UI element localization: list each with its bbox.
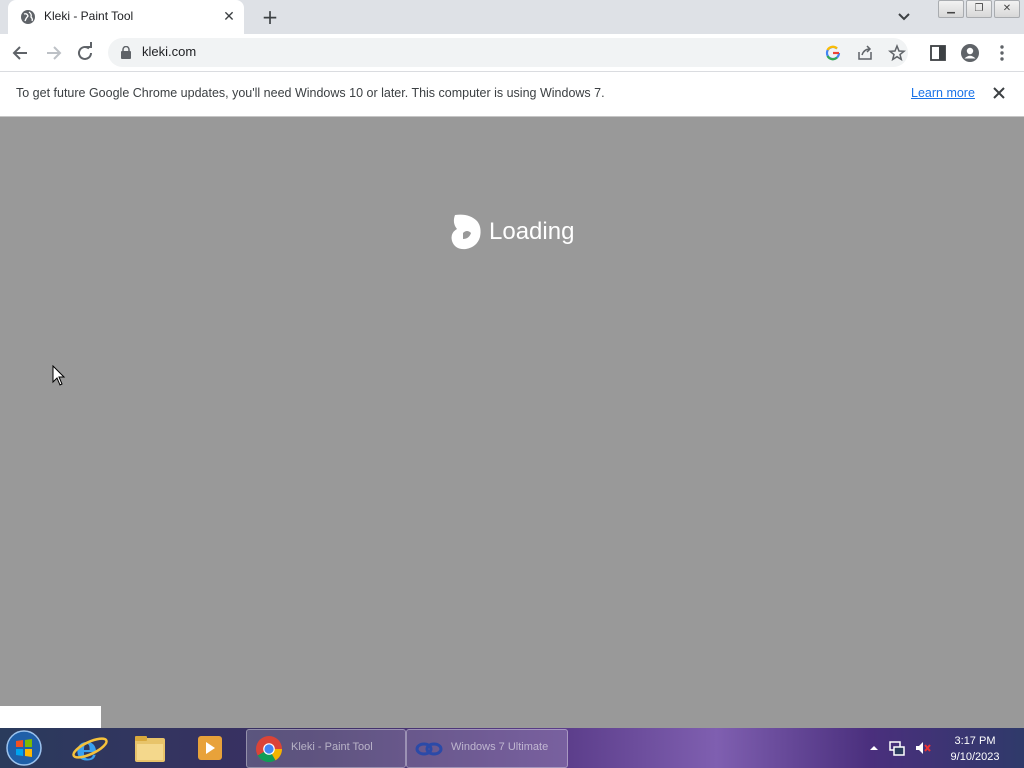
- tab-title: Kleki - Paint Tool: [44, 9, 134, 23]
- virtualbox-icon: [415, 742, 443, 756]
- share-icon[interactable]: [856, 44, 874, 62]
- address-bar[interactable]: kleki.com: [108, 38, 908, 67]
- window-close-button[interactable]: ✕: [994, 0, 1020, 18]
- internet-explorer-icon[interactable]: e: [64, 730, 116, 766]
- tab-search-chevron-icon[interactable]: [894, 8, 914, 26]
- windows-taskbar: e Kleki - Paint Tool Windows 7 Ultimate …: [0, 728, 1024, 768]
- update-infobar: To get future Google Chrome updates, you…: [0, 72, 1024, 117]
- taskbar-window-label: Windows 7 Ultimate: [451, 741, 549, 753]
- back-icon[interactable]: [8, 40, 34, 66]
- desktop-screen: Kleki - Paint Tool ✕ + ▁ ❐ ✕ kleki.com T…: [0, 0, 1024, 768]
- loading-text: Loading: [489, 218, 575, 245]
- minimize-button[interactable]: ▁: [938, 0, 964, 18]
- taskbar-window-label: Kleki - Paint Tool: [291, 741, 373, 753]
- bookmark-star-icon[interactable]: [888, 44, 906, 62]
- infobar-close-icon[interactable]: [990, 84, 1008, 102]
- start-orb-icon[interactable]: [4, 729, 44, 767]
- chrome-icon: [256, 736, 283, 763]
- lock-icon[interactable]: [120, 46, 132, 59]
- forward-icon[interactable]: [40, 40, 66, 66]
- loading-indicator: Loading: [449, 213, 574, 251]
- taskbar-window-virtualbox[interactable]: Windows 7 Ultimate: [406, 729, 568, 768]
- google-translate-icon[interactable]: [824, 44, 842, 62]
- tab-close-icon[interactable]: ✕: [220, 8, 238, 26]
- learn-more-link[interactable]: Learn more: [911, 86, 975, 100]
- url-text: kleki.com: [142, 44, 197, 59]
- restore-button[interactable]: ❐: [966, 0, 992, 18]
- page-content: Loading: [0, 117, 1024, 728]
- tab-strip: Kleki - Paint Tool ✕ + ▁ ❐ ✕: [0, 0, 1024, 34]
- network-icon[interactable]: [888, 739, 906, 757]
- clock-date: 9/10/2023: [950, 751, 1000, 763]
- show-hidden-icons-arrow-icon[interactable]: [868, 742, 880, 754]
- browser-toolbar: kleki.com: [0, 34, 1024, 72]
- browser-tab[interactable]: Kleki - Paint Tool ✕: [8, 0, 244, 34]
- volume-muted-icon[interactable]: [914, 739, 932, 757]
- menu-kebab-icon[interactable]: [992, 43, 1012, 63]
- taskbar-window-chrome[interactable]: Kleki - Paint Tool: [246, 729, 406, 768]
- status-bubble: [0, 706, 101, 728]
- taskbar-clock[interactable]: 3:17 PM 9/10/2023: [942, 733, 1008, 765]
- mouse-cursor-icon: [52, 365, 66, 386]
- infobar-message: To get future Google Chrome updates, you…: [16, 86, 605, 100]
- reload-icon[interactable]: [72, 40, 98, 66]
- clock-time: 3:17 PM: [954, 735, 996, 747]
- kleki-logo-icon: [451, 214, 481, 250]
- window-controls: ▁ ❐ ✕: [936, 0, 1020, 18]
- globe-icon: [21, 10, 35, 24]
- new-tab-button[interactable]: +: [258, 6, 282, 28]
- media-player-icon[interactable]: [184, 730, 236, 766]
- profile-avatar-icon[interactable]: [960, 43, 980, 63]
- file-explorer-icon[interactable]: [124, 730, 176, 766]
- side-panel-icon[interactable]: [928, 43, 948, 63]
